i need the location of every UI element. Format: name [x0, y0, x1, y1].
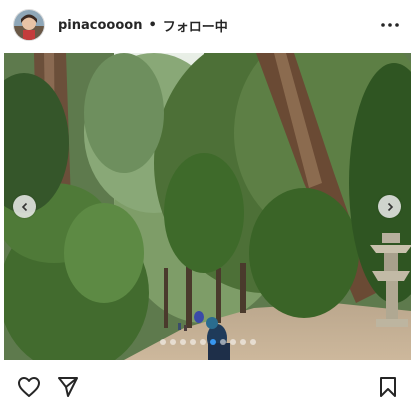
post-header: pinacoooon • フォロー中 — [0, 0, 415, 50]
carousel-dot — [189, 339, 196, 345]
more-options-icon[interactable] — [379, 15, 401, 35]
carousel-dot — [249, 339, 256, 345]
instagram-post: pinacoooon • フォロー中 — [0, 0, 415, 400]
chevron-right-icon[interactable] — [378, 195, 401, 218]
carousel-dot — [229, 339, 236, 345]
follow-status[interactable]: フォロー中 — [163, 16, 228, 35]
separator-dot: • — [148, 17, 157, 33]
bookmark-icon[interactable] — [376, 375, 400, 399]
carousel-dot — [239, 339, 246, 345]
forest-path-photo — [4, 53, 411, 360]
heart-icon[interactable] — [17, 375, 41, 399]
chevron-left-icon[interactable] — [13, 195, 36, 218]
carousel-dot — [159, 339, 166, 345]
post-photo[interactable] — [4, 53, 411, 360]
avatar[interactable] — [14, 10, 44, 40]
carousel-dot — [169, 339, 176, 345]
carousel-dot — [179, 339, 186, 345]
carousel-dot — [199, 339, 206, 345]
carousel-dot — [209, 339, 216, 345]
username[interactable]: pinacoooon — [58, 18, 142, 33]
action-bar — [0, 372, 415, 400]
carousel-dots — [0, 339, 415, 345]
carousel-dot — [219, 339, 226, 345]
paper-plane-icon[interactable] — [56, 375, 80, 399]
